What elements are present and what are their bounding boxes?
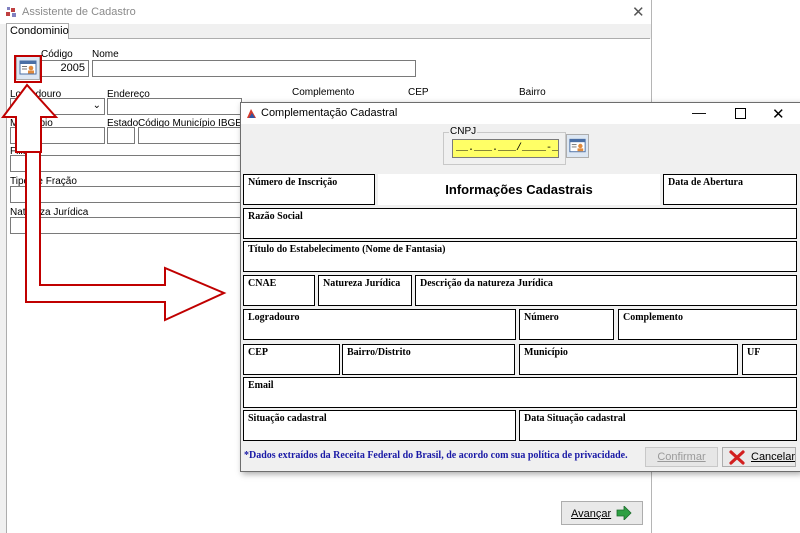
- razao-social-box[interactable]: Razão Social: [243, 208, 797, 239]
- informacoes-header: Informações Cadastrais: [378, 174, 660, 205]
- cep-box[interactable]: CEP: [243, 344, 340, 375]
- person-card-icon: [569, 138, 586, 153]
- logradouro-box[interactable]: Logradouro: [243, 309, 516, 340]
- titulo-box[interactable]: Título do Estabelecimento (Nome de Fanta…: [243, 241, 797, 272]
- bairro-box[interactable]: Bairro/Distrito: [342, 344, 515, 375]
- numero-box[interactable]: Número: [519, 309, 614, 340]
- up-arrow: [1, 83, 59, 153]
- descricao-natureza-box[interactable]: Descrição da natureza Jurídica: [415, 275, 797, 306]
- cnpj-input[interactable]: __.___.___/____-__: [452, 139, 559, 158]
- maximize-icon[interactable]: [735, 108, 746, 119]
- numero-inscricao-box[interactable]: Número de Inscrição: [243, 174, 375, 205]
- dialog-app-icon: [247, 109, 256, 118]
- cnpj-lookup-button[interactable]: [566, 134, 589, 158]
- dialog-title: Complementação Cadastral: [261, 107, 398, 119]
- confirmar-button[interactable]: Confirmar: [645, 447, 718, 467]
- uf-box[interactable]: UF: [742, 344, 797, 375]
- right-arrow: [25, 153, 227, 322]
- data-situacao-box[interactable]: Data Situação cadastral: [519, 410, 797, 441]
- complementacao-dialog: Complementação Cadastral — ✕ CNPJ __.___…: [240, 102, 800, 472]
- highlight-box: [14, 55, 42, 83]
- cnae-box[interactable]: CNAE: [243, 275, 315, 306]
- minimize-icon[interactable]: —: [692, 104, 706, 120]
- cancel-x-icon: [729, 450, 745, 465]
- footnote: *Dados extraídos da Receita Federal do B…: [244, 450, 628, 461]
- municipio-box[interactable]: Município: [519, 344, 738, 375]
- cnpj-label: CNPJ: [449, 126, 478, 137]
- cancelar-button[interactable]: Cancelar: [722, 447, 796, 467]
- natureza-juridica-box[interactable]: Natureza Jurídica: [318, 275, 412, 306]
- dialog-close-icon[interactable]: ✕: [772, 105, 785, 123]
- situacao-box[interactable]: Situação cadastral: [243, 410, 516, 441]
- complemento-box[interactable]: Complemento: [618, 309, 797, 340]
- data-abertura-box[interactable]: Data de Abertura: [663, 174, 797, 205]
- email-box[interactable]: Email: [243, 377, 797, 408]
